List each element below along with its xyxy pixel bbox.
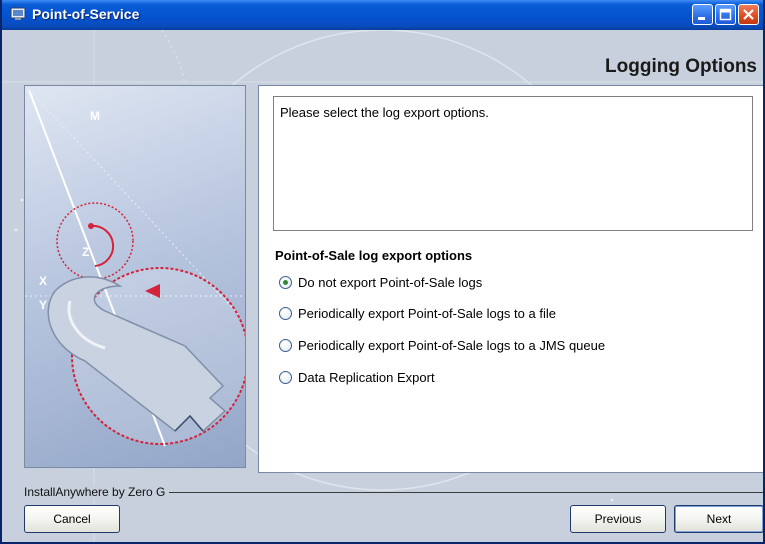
- option-label: Do not export Point-of-Sale logs: [298, 274, 483, 290]
- label-y: Y: [39, 298, 47, 312]
- title-bar[interactable]: Point-of-Service: [2, 0, 763, 30]
- minimize-icon: [698, 17, 705, 20]
- radio-button[interactable]: [279, 275, 292, 289]
- description-box: Please select the log export options.: [273, 96, 753, 231]
- close-icon: [743, 9, 754, 20]
- previous-button[interactable]: Previous: [570, 505, 666, 533]
- option-export-to-jms-queue[interactable]: Periodically export Point-of-Sale logs t…: [279, 336, 605, 354]
- page-title: Logging Options: [605, 56, 757, 77]
- label-x: X: [39, 274, 47, 288]
- option-label: Periodically export Point-of-Sale logs t…: [298, 305, 556, 321]
- label-z: Z: [82, 245, 89, 259]
- option-label: Periodically export Point-of-Sale logs t…: [298, 337, 606, 353]
- next-button[interactable]: Next: [674, 505, 763, 533]
- app-icon: [10, 7, 26, 20]
- maximize-button[interactable]: [715, 4, 736, 25]
- section-label: Point-of-Sale log export options: [275, 248, 473, 263]
- content-panel: Please select the log export options. Po…: [258, 85, 763, 473]
- radio-button[interactable]: [279, 338, 292, 352]
- close-button[interactable]: [738, 4, 759, 25]
- minimize-button[interactable]: [692, 4, 713, 25]
- window-title: Point-of-Service: [32, 6, 140, 22]
- radio-button[interactable]: [279, 370, 292, 384]
- label-m: M: [90, 109, 100, 123]
- wizard-illustration: M Z X Y: [25, 89, 245, 447]
- option-do-not-export[interactable]: Do not export Point-of-Sale logs: [279, 273, 482, 291]
- option-data-replication-export[interactable]: Data Replication Export: [279, 368, 435, 386]
- wizard-side-image: M Z X Y: [24, 85, 246, 468]
- cancel-button[interactable]: Cancel: [24, 505, 120, 533]
- installer-brand-label: InstallAnywhere by Zero G: [24, 485, 170, 499]
- installer-window: Point-of-Service Logging Options M Z X Y…: [0, 0, 765, 544]
- option-label: Data Replication Export: [298, 369, 435, 385]
- radio-button[interactable]: [279, 306, 292, 320]
- option-export-to-file[interactable]: Periodically export Point-of-Sale logs t…: [279, 304, 556, 322]
- maximize-icon: [719, 8, 732, 21]
